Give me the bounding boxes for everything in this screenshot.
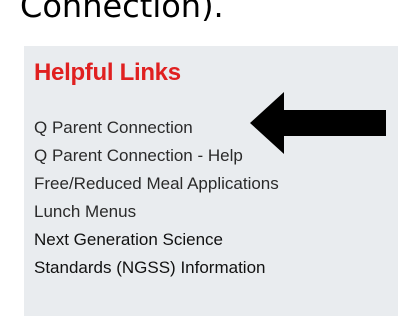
- link-ngss-line-2[interactable]: Standards (NGSS) Information: [34, 258, 265, 277]
- link-lunch-menus[interactable]: Lunch Menus: [34, 202, 136, 221]
- link-q-parent-connection[interactable]: Q Parent Connection: [34, 118, 193, 137]
- list-item: Standards (NGSS) Information: [34, 254, 279, 282]
- list-item: Q Parent Connection: [34, 114, 279, 142]
- helpful-links-panel: Helpful Links Q Parent Connection Q Pare…: [24, 46, 398, 316]
- link-free-reduced-meal-applications[interactable]: Free/Reduced Meal Applications: [34, 174, 279, 193]
- list-item: Lunch Menus: [34, 198, 279, 226]
- link-q-parent-connection-help[interactable]: Q Parent Connection - Help: [34, 146, 243, 165]
- helpful-links-heading: Helpful Links: [34, 59, 181, 86]
- list-item: Free/Reduced Meal Applications: [34, 170, 279, 198]
- helpful-links-list: Q Parent Connection Q Parent Connection …: [34, 114, 279, 282]
- body-text-fragment: Connection).: [20, 0, 224, 25]
- list-item: Next Generation Science: [34, 226, 279, 254]
- link-ngss-line-1[interactable]: Next Generation Science: [34, 230, 223, 249]
- list-item: Q Parent Connection - Help: [34, 142, 279, 170]
- arrow-left-icon: [250, 92, 386, 154]
